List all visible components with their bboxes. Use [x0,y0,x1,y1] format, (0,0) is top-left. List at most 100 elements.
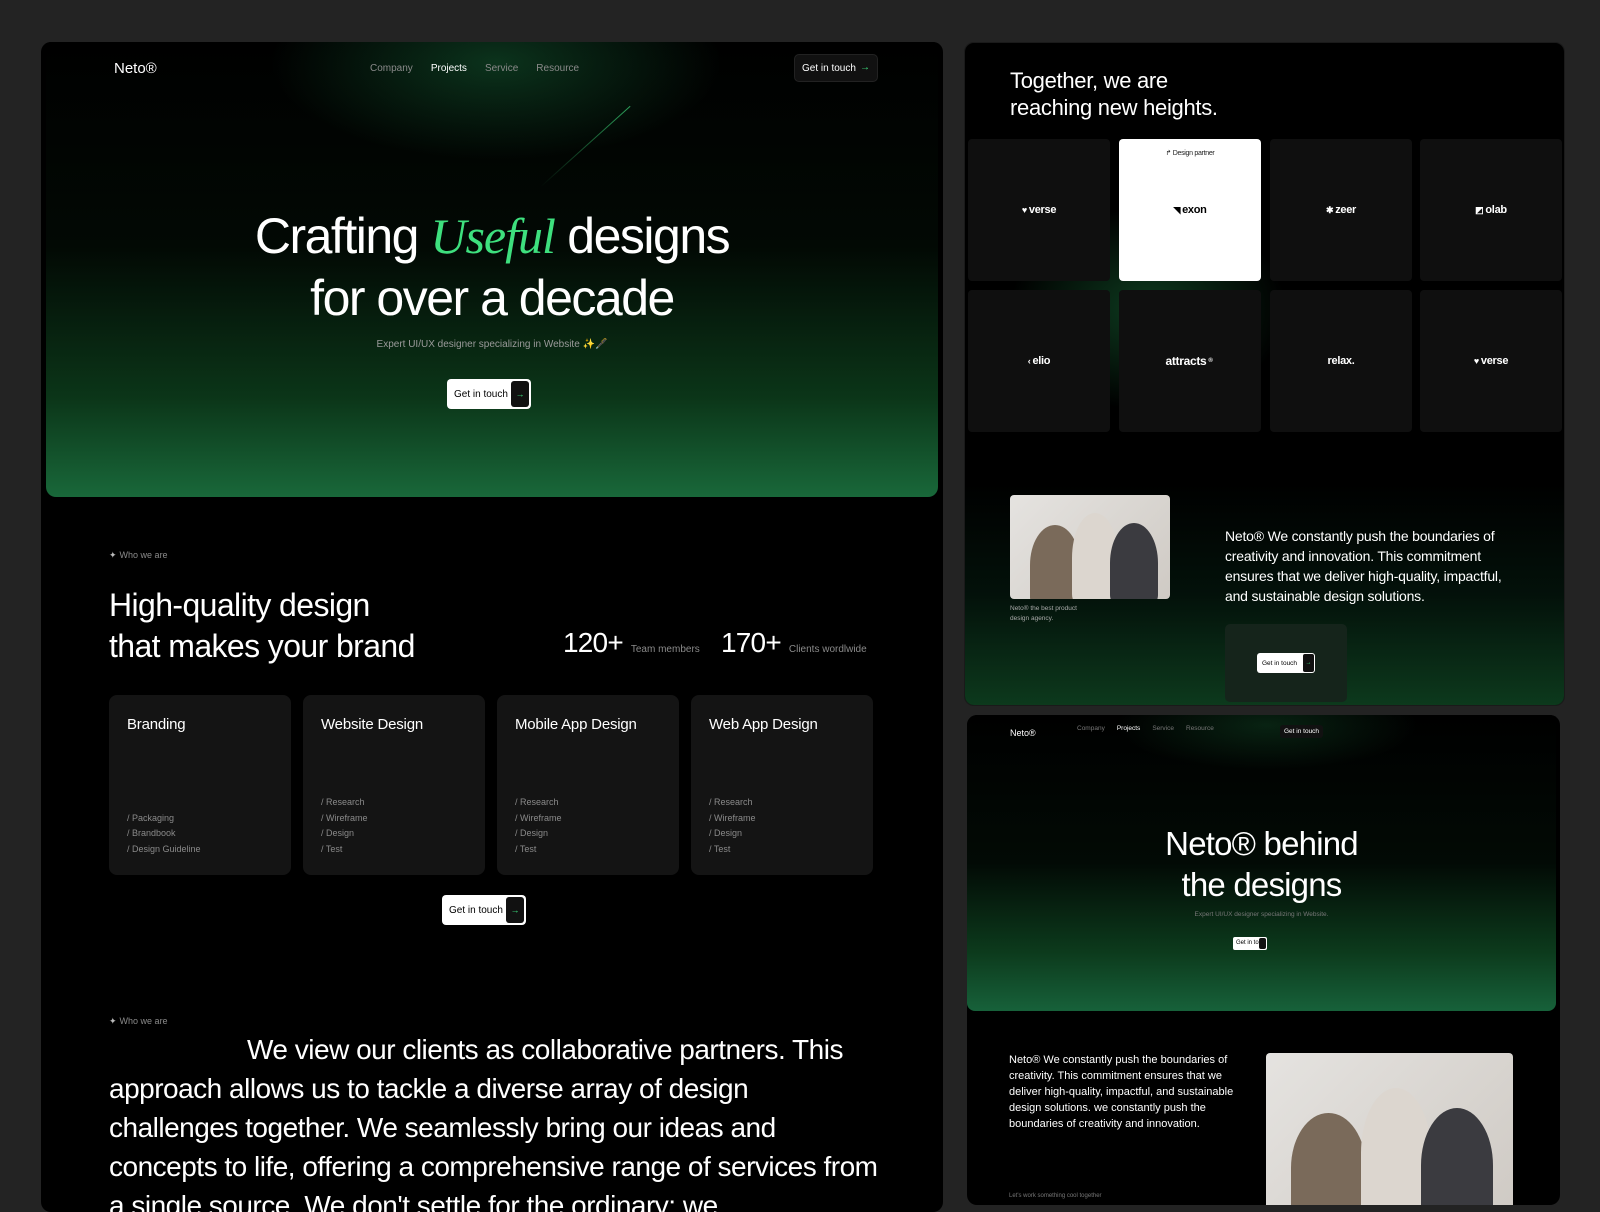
service-item: / Test [515,843,537,854]
behind-subtitle: Expert UI/UX designer specializing in We… [1194,911,1329,918]
client-name: zeer [1335,204,1357,216]
design-partner-tag: ↱ Design partner [1165,150,1215,157]
verse-logo-icon: ♥ [1021,205,1027,215]
arrow-right-icon: → [860,62,870,73]
hero-cta-label: Get in touch [454,388,508,400]
service-list: / Research / Wireframe / Design / Test [321,795,368,857]
service-list: / Research / Wireframe / Design / Test [515,795,562,857]
arrow-right-icon: → [506,897,524,923]
stat-clients: 170+ Clients wordlwide [721,627,867,659]
stat-value: 170+ [721,627,782,658]
client-name: elio [1032,355,1051,367]
footer-text: Let's work something cool together [1009,1193,1102,1199]
behind-title-line1: Neto® behind [1165,825,1358,862]
behind-text: Neto® We constantly push the boundaries … [1009,1054,1234,1130]
service-item: / Wireframe [515,812,562,823]
client-logo-attracts[interactable]: attracts ® [1119,290,1261,432]
logo[interactable]: Neto® [1010,728,1036,738]
landing-page-panel: Neto® Company Projects Service Resource … [41,42,943,1212]
nav-link-company[interactable]: Company [370,63,413,74]
service-card-website-design[interactable]: Website Design / Research / Wireframe / … [303,695,485,875]
elio-logo-icon: ‹ [1027,356,1031,366]
services-get-in-touch-button[interactable]: Get in touch → [442,895,526,925]
client-name: relax. [1327,355,1355,367]
person-figure [1110,523,1158,599]
registered-icon: ® [1208,358,1213,364]
client-name: attracts [1165,354,1207,368]
team-photo [1266,1053,1513,1205]
hero-subtitle: Expert UI/UX designer specializing in We… [376,339,608,350]
service-item: / Research [515,797,559,807]
client-logo-exon[interactable]: ↱ Design partner ◥ exon [1119,139,1261,281]
behind-title: Neto® behind the designs [967,823,1556,905]
hero-title-word: Crafting [254,208,420,264]
service-card-web-app-design[interactable]: Web App Design / Research / Wireframe / … [691,695,873,875]
get-in-touch-button[interactable]: Get in touch → [1257,653,1315,673]
get-in-touch-button[interactable]: Get in to [1233,937,1267,950]
section-label: ✦ Who we are [109,550,168,561]
who-we-are-title: High-quality design that makes your bran… [109,585,415,667]
behind-designs-panel: Neto® Company Projects Service Resource … [967,715,1560,1205]
star-icon: ✦ [109,550,117,560]
who-title-line2: that makes your brand [109,628,415,664]
section-label: ✦ Who we are [109,1016,168,1027]
cta-label: Get in touch [1262,659,1298,667]
cta-label: Get in to [1236,940,1259,946]
hero-title-line2: for over a decade [310,270,675,326]
person-figure [1421,1108,1493,1205]
logo[interactable]: Neto® [114,60,157,77]
service-item: / Test [709,843,731,854]
nav-link-projects[interactable]: Projects [431,63,467,74]
service-title: Branding [127,716,186,733]
clients-title-line1: Together, we are [1010,68,1168,93]
client-name: verse [1028,204,1057,216]
nav-get-in-touch-button[interactable]: Get in touch [1280,725,1324,738]
clients-panel: Together, we are reaching new heights. ♥… [964,42,1565,706]
service-item: / Design [321,828,355,838]
client-logo-grid: ♥ verse ↱ Design partner ◥ exon ✱ zeer ◩ ola… [968,139,1562,432]
hero-section: Neto® Company Projects Service Resource … [46,42,938,497]
service-item: / Wireframe [709,812,756,823]
person-figure [1291,1113,1366,1205]
service-title: Web App Design [709,716,818,733]
service-list: / Research / Wireframe / Design / Test [709,795,756,857]
service-card-branding[interactable]: Branding / Packaging / Brandbook / Desig… [109,695,291,875]
nav-link-projects[interactable]: Projects [1117,725,1140,732]
client-logo-verse[interactable]: ♥ verse [968,139,1110,281]
service-card-mobile-app-design[interactable]: Mobile App Design / Research / Wireframe… [497,695,679,875]
client-logo-olab[interactable]: ◩ olab [1420,139,1562,281]
service-item: / Packaging [127,812,175,823]
nav-link-service[interactable]: Service [1152,725,1174,732]
arrow-right-icon: → [1303,654,1314,672]
nav-link-service[interactable]: Service [485,63,518,74]
service-list: / Packaging / Brandbook / Design Guideli… [127,811,201,858]
verse-logo-icon: ♥ [1473,356,1479,366]
service-item: / Wireframe [321,812,368,823]
client-logo-relax[interactable]: relax. [1270,290,1412,432]
star-icon: ✦ [109,1016,117,1026]
client-name: verse [1480,355,1509,367]
main-nav: Company Projects Service Resource [1077,725,1214,732]
nav-cta-label: Get in touch [802,62,856,74]
stat-caption: Clients wordlwide [788,644,867,655]
arrow-right-icon: → [511,381,529,407]
behind-title-line2: the designs [1181,866,1343,903]
section-label-text: Who we are [119,1016,168,1026]
clients-title: Together, we are reaching new heights. [1010,67,1218,121]
decorative-line [540,105,631,187]
hero-title: Crafting Useful designs for over a decad… [46,205,938,329]
stat-value: 120+ [563,627,624,658]
service-item: / Brandbook [127,828,176,838]
client-logo-zeer[interactable]: ✱ zeer [1270,139,1412,281]
hero-get-in-touch-button[interactable]: Get in touch → [447,379,531,409]
nav-link-resource[interactable]: Resource [1186,725,1214,732]
clients-title-line2: reaching new heights. [1010,95,1218,120]
nav-link-company[interactable]: Company [1077,725,1105,732]
arrow-right-icon [1259,938,1266,949]
client-logo-elio[interactable]: ‹ elio [968,290,1110,432]
cta-container: Get in touch → [1225,624,1347,702]
nav-get-in-touch-button[interactable]: Get in touch → [794,54,878,82]
hero-title-word: designs [567,208,730,264]
nav-link-resource[interactable]: Resource [536,63,579,74]
client-logo-verse[interactable]: ♥ verse [1420,290,1562,432]
